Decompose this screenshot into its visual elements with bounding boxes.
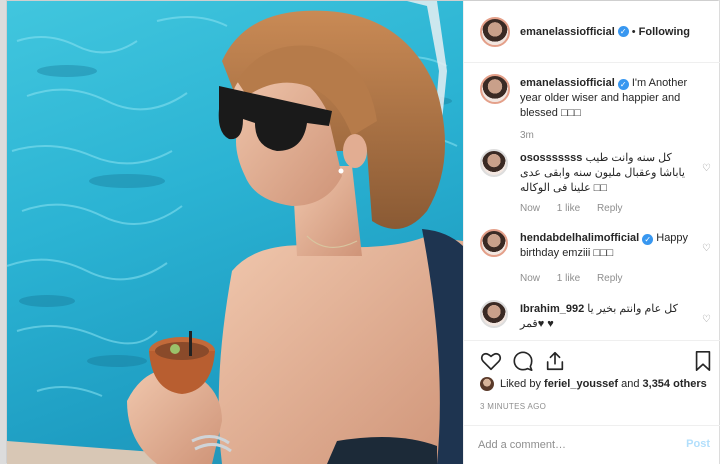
author-avatar[interactable] — [480, 74, 510, 104]
reply-button[interactable]: Reply — [597, 273, 623, 284]
photo-illustration — [7, 1, 463, 464]
commenter-username[interactable]: Ibrahim_992 — [520, 303, 584, 315]
separator-dot: • — [631, 25, 636, 38]
share-icon[interactable] — [544, 350, 566, 372]
likes-count[interactable]: 3,354 others — [643, 378, 707, 390]
comments-list[interactable]: emanelassiofficial ✓ I'm Another year old… — [464, 64, 720, 339]
likes-middle: and — [621, 378, 640, 390]
commenter-avatar[interactable] — [480, 300, 508, 328]
post-header: emanelassiofficial ✓ • Following — [464, 1, 720, 63]
comment-emoji: ♥ — [547, 318, 554, 330]
comment-like-heart-icon[interactable]: ♡ — [702, 244, 712, 254]
heart-icon[interactable] — [480, 350, 502, 372]
likes-prefix: Liked by — [500, 378, 541, 390]
comment-age: Now — [520, 203, 541, 214]
caption-meta: 3m — [520, 130, 548, 141]
comment-item: Ibrahim_992 كل عام وانتم بخير يا قمر♥ ♥ … — [480, 300, 712, 339]
comment-meta: Now 1 like Reply — [520, 273, 637, 284]
likes-summary: Liked by feriel_youssef and 3,354 others — [480, 377, 707, 391]
author-username[interactable]: emanelassiofficial — [520, 26, 615, 38]
comment-input[interactable] — [478, 436, 668, 454]
post-sidebar: emanelassiofficial ✓ • Following emanela… — [463, 1, 720, 464]
verified-badge-icon: ✓ — [617, 26, 629, 37]
post-photo[interactable] — [7, 1, 463, 464]
caption: emanelassiofficial ✓ I'm Another year old… — [480, 74, 712, 144]
comment-meta: Now 1 like Reply — [520, 203, 637, 214]
action-bar — [464, 340, 720, 374]
commenter-avatar[interactable] — [480, 149, 508, 177]
post-comment-button[interactable]: Post — [686, 438, 710, 450]
comment-emoji: □□□ — [593, 247, 614, 259]
comment-box: Post — [464, 425, 720, 464]
comment-like-heart-icon[interactable]: ♡ — [702, 315, 712, 325]
commenter-username[interactable]: ososssssss — [520, 152, 582, 164]
liker-username[interactable]: feriel_youssef — [544, 378, 618, 390]
reply-button[interactable]: Reply — [597, 203, 623, 214]
comment-emoji: □□ — [593, 182, 608, 194]
verified-badge-icon: ✓ — [642, 234, 654, 245]
caption-age: 3m — [520, 130, 534, 141]
comment-item: ososssssss كل سنه وانت طيب ياباشا وعقبال… — [480, 149, 712, 224]
caption-username[interactable]: emanelassiofficial — [520, 77, 615, 89]
comment-like-heart-icon[interactable]: ♡ — [702, 164, 712, 174]
comment-likes[interactable]: 1 like — [557, 273, 580, 284]
following-button[interactable]: Following — [639, 26, 690, 38]
liker-avatar[interactable] — [480, 377, 494, 391]
caption-emoji: □□□ — [560, 107, 581, 119]
comment-emoji: ♥ — [537, 318, 545, 330]
comment-age: Now — [520, 273, 541, 284]
comment-item: hendabdelhalimofficial ✓ Happy birthday e… — [480, 229, 712, 289]
post-timestamp[interactable]: 3 MINUTES AGO — [480, 402, 546, 411]
comment-likes[interactable]: 1 like — [557, 203, 580, 214]
bookmark-icon[interactable] — [692, 350, 714, 372]
author-avatar[interactable] — [480, 16, 510, 47]
commenter-username[interactable]: hendabdelhalimofficial — [520, 232, 639, 244]
verified-badge-icon: ✓ — [617, 79, 629, 90]
comment-icon[interactable] — [512, 350, 534, 372]
post-modal: emanelassiofficial ✓ • Following emanela… — [6, 0, 720, 464]
commenter-avatar[interactable] — [480, 229, 508, 257]
